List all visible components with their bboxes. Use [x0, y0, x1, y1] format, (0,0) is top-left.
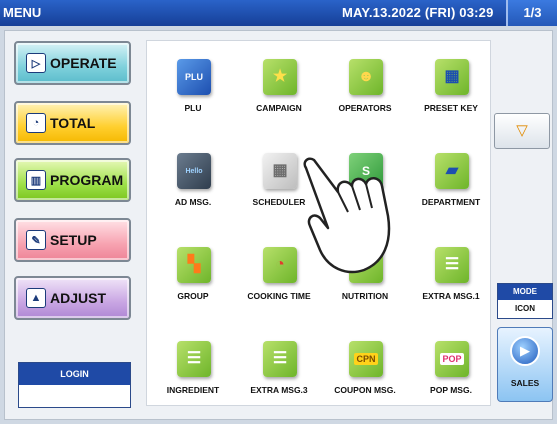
calendar-icon: ▦ — [263, 153, 297, 189]
tile-label: PRESET KEY — [424, 103, 478, 113]
tile-label: NUTRITION — [341, 291, 389, 301]
tile-label: COUPON MSG. — [334, 385, 396, 395]
tile-label: SCHEDULER — [252, 197, 306, 207]
mode-box[interactable]: MODE ICON — [497, 283, 553, 319]
tile-label: OPERATORS — [338, 103, 392, 113]
mode-label: MODE — [498, 284, 552, 300]
tile-label: INGREDIENT — [166, 385, 220, 395]
tile-label: COOKING TIME — [247, 291, 311, 301]
keyboard-icon: ▦ — [435, 59, 469, 95]
operate-button[interactable]: ▷ OPERATE — [14, 41, 131, 85]
tile-label: EXTRA MSG.3 — [250, 385, 308, 395]
clock-icon: ◔ — [26, 113, 46, 133]
play-circle-icon: ▷ — [26, 53, 46, 73]
tile-ingredient[interactable]: ☰ INGREDIENT — [153, 333, 233, 413]
tile-label: EXTRA MSG.1 — [422, 291, 480, 301]
setup-label: SETUP — [50, 232, 97, 248]
tile-label: DEPARTMENT — [421, 197, 481, 207]
coupon-icon-text: CPN — [354, 353, 378, 365]
star-icon: ★ — [263, 59, 297, 95]
mode-value: ICON — [515, 304, 535, 313]
message-icon: ☰ — [177, 341, 211, 377]
program-label: PROGRAM — [50, 172, 124, 188]
program-button[interactable]: ▥ PROGRAM — [14, 158, 131, 202]
group-blocks-icon: ▚ — [177, 247, 211, 283]
operate-label: OPERATE — [50, 55, 117, 71]
tile-ad-msg[interactable]: Hello AD MSG. — [153, 145, 233, 225]
utensils-icon: Ψ — [349, 247, 383, 283]
sales-button[interactable]: ▶ SALES — [497, 327, 553, 402]
stopwatch-icon: ◔ — [263, 247, 297, 283]
tile-label: PLU — [184, 103, 202, 113]
tile-pop-msg[interactable]: POP POP MSG. — [411, 333, 491, 413]
store-icon-text: S — [361, 164, 370, 178]
plu-icon: PLU — [177, 59, 211, 95]
tile-label: CAMPAIGN — [256, 103, 302, 113]
setup-button[interactable]: ✎ SETUP — [14, 218, 131, 262]
tile-cooking-time[interactable]: ◔ COOKING TIME — [239, 239, 319, 319]
tile-department[interactable]: ▰ DEPARTMENT — [411, 145, 491, 225]
tile-label: AD MSG. — [174, 197, 212, 207]
tile-plu[interactable]: PLU PLU — [153, 51, 233, 131]
tile-extra-msg-1[interactable]: ☰ EXTRA MSG.1 — [411, 239, 491, 319]
adjust-button[interactable]: ▲ ADJUST — [14, 276, 131, 320]
triangle-down-icon: ▽ — [516, 122, 528, 139]
total-button[interactable]: ◔ TOTAL — [14, 101, 131, 145]
adjust-label: ADJUST — [50, 290, 107, 306]
scale-icon: ▲ — [26, 288, 46, 308]
login-label: LOGIN — [19, 363, 130, 385]
date-time: MAY.13.2022 (FRI) 03:29 — [342, 5, 494, 20]
tile-operators[interactable]: ☻ OPERATORS — [325, 51, 405, 131]
total-label: TOTAL — [50, 115, 96, 131]
plu-icon-text: PLU — [185, 72, 203, 82]
tile-scheduler[interactable]: ▦ SCHEDULER — [239, 145, 319, 225]
tile-campaign[interactable]: ★ CAMPAIGN — [239, 51, 319, 131]
book-icon: ▥ — [26, 170, 46, 190]
coupon-icon: CPN — [349, 341, 383, 377]
pop-tag-icon-text: POP — [440, 353, 464, 365]
tile-label: GROUP — [177, 291, 209, 301]
monitor-icon-text: Hello — [185, 167, 203, 175]
folder-icon: ▰ — [435, 153, 469, 189]
pop-tag-icon: POP — [435, 341, 469, 377]
scroll-down-button[interactable]: ▽ — [494, 113, 550, 149]
function-icon-panel: PLU PLU ★ CAMPAIGN ☻ OPERATORS ▦ PRESET … — [146, 40, 491, 406]
screen-title: MENU — [3, 5, 42, 20]
message-icon: ☰ — [263, 341, 297, 377]
page-indicator[interactable]: 1/3 — [506, 0, 557, 26]
tile-nutrition[interactable]: Ψ NUTRITION — [325, 239, 405, 319]
tile-extra-msg-3[interactable]: ☰ EXTRA MSG.3 — [239, 333, 319, 413]
top-bar: MENU MAY.13.2022 (FRI) 03:29 1/3 — [0, 0, 557, 26]
tile-preset-key[interactable]: ▦ PRESET KEY — [411, 51, 491, 131]
tile-store[interactable]: S — [325, 145, 405, 225]
operator-person-icon: ☻ — [349, 59, 383, 95]
store-icon: S — [349, 153, 383, 189]
tile-group[interactable]: ▚ GROUP — [153, 239, 233, 319]
tile-coupon-msg[interactable]: CPN COUPON MSG. — [325, 333, 405, 413]
sales-play-icon: ▶ — [510, 336, 540, 366]
tile-label: POP MSG. — [430, 385, 472, 395]
sales-label: SALES — [510, 378, 540, 388]
message-icon: ☰ — [435, 247, 469, 283]
tools-icon: ✎ — [26, 230, 46, 250]
login-box[interactable]: LOGIN — [18, 362, 131, 408]
monitor-icon: Hello — [177, 153, 211, 189]
